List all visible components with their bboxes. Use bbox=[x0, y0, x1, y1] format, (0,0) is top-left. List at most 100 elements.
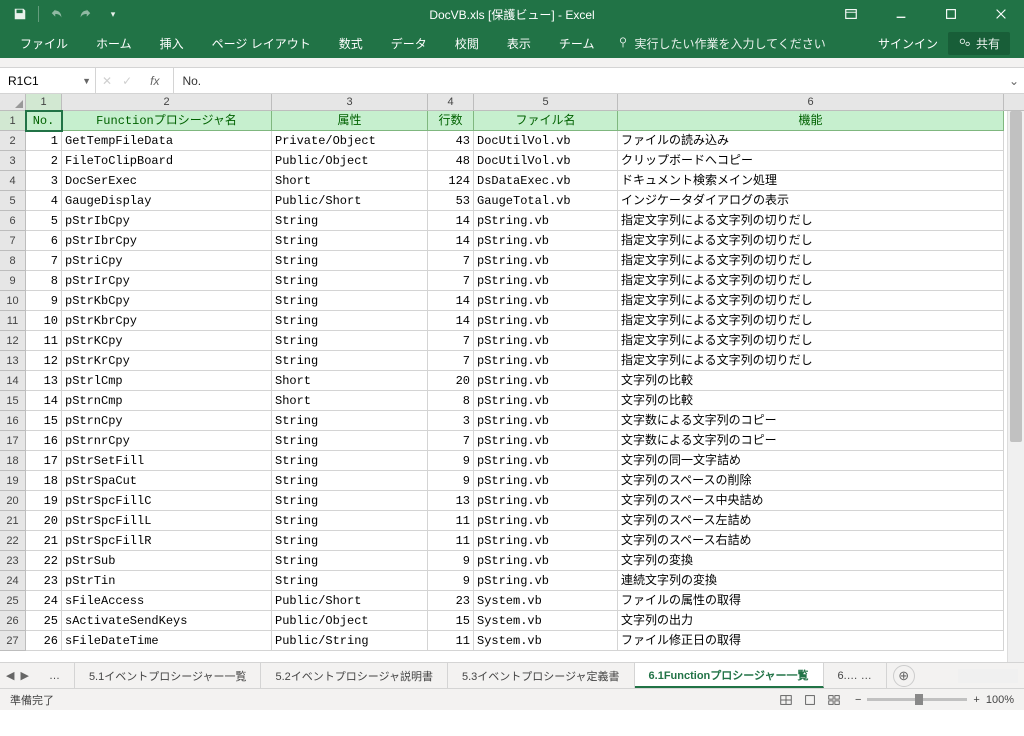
cell[interactable]: 7 bbox=[428, 431, 474, 451]
cell[interactable]: Short bbox=[272, 391, 428, 411]
row-header[interactable]: 5 bbox=[0, 191, 26, 211]
cell[interactable]: pStrnCmp bbox=[62, 391, 272, 411]
col-header[interactable]: 4 bbox=[428, 94, 474, 110]
header-cell[interactable]: 行数 bbox=[428, 111, 474, 131]
cell[interactable]: 14 bbox=[428, 231, 474, 251]
cell[interactable]: 文字列の変換 bbox=[618, 551, 1004, 571]
header-cell[interactable]: Functionプロシージャ名 bbox=[62, 111, 272, 131]
cell[interactable]: 指定文字列による文字列の切りだし bbox=[618, 251, 1004, 271]
cell[interactable]: 22 bbox=[26, 551, 62, 571]
cell[interactable]: pStrSpaCut bbox=[62, 471, 272, 491]
row-header[interactable]: 3 bbox=[0, 151, 26, 171]
col-header[interactable]: 3 bbox=[272, 94, 428, 110]
zoom-in-button[interactable]: + bbox=[973, 694, 979, 706]
cell[interactable]: 3 bbox=[26, 171, 62, 191]
cell[interactable]: クリップボードへコピー bbox=[618, 151, 1004, 171]
cell[interactable]: 14 bbox=[428, 291, 474, 311]
cell[interactable]: pString.vb bbox=[474, 331, 618, 351]
cell[interactable]: pStrKrCpy bbox=[62, 351, 272, 371]
row-header[interactable]: 2 bbox=[0, 131, 26, 151]
cell[interactable]: pString.vb bbox=[474, 251, 618, 271]
cell[interactable]: pString.vb bbox=[474, 531, 618, 551]
normal-view-button[interactable] bbox=[775, 691, 797, 709]
cell[interactable]: 20 bbox=[26, 511, 62, 531]
cell[interactable]: String bbox=[272, 271, 428, 291]
tab-review[interactable]: 校閲 bbox=[441, 28, 493, 58]
cell[interactable]: 48 bbox=[428, 151, 474, 171]
fx-icon[interactable]: fx bbox=[142, 74, 167, 88]
cell[interactable]: pString.vb bbox=[474, 211, 618, 231]
cell[interactable]: pStrTin bbox=[62, 571, 272, 591]
cell[interactable]: 7 bbox=[428, 251, 474, 271]
row-header[interactable]: 21 bbox=[0, 511, 26, 531]
sheet-tab[interactable]: 5.3イベントプロシージャ定義書 bbox=[448, 663, 635, 688]
cell[interactable]: pStrSpcFillC bbox=[62, 491, 272, 511]
cell[interactable]: 10 bbox=[26, 311, 62, 331]
zoom-out-button[interactable]: − bbox=[855, 694, 861, 706]
cell[interactable]: ドキュメント検索メイン処理 bbox=[618, 171, 1004, 191]
cell[interactable]: 文字列のスペース右詰め bbox=[618, 531, 1004, 551]
cell[interactable]: 指定文字列による文字列の切りだし bbox=[618, 311, 1004, 331]
cell[interactable]: 23 bbox=[26, 571, 62, 591]
cell[interactable]: 指定文字列による文字列の切りだし bbox=[618, 211, 1004, 231]
cell[interactable]: Private/Object bbox=[272, 131, 428, 151]
row-header[interactable]: 15 bbox=[0, 391, 26, 411]
row-header[interactable]: 7 bbox=[0, 231, 26, 251]
cell[interactable]: 9 bbox=[428, 451, 474, 471]
header-cell[interactable]: 機能 bbox=[618, 111, 1004, 131]
cell[interactable]: 20 bbox=[428, 371, 474, 391]
tab-view[interactable]: 表示 bbox=[493, 28, 545, 58]
cell[interactable]: 9 bbox=[428, 571, 474, 591]
sheet-tab[interactable]: 6.1Functionプロシージャー一覧 bbox=[635, 663, 824, 688]
cell[interactable]: 53 bbox=[428, 191, 474, 211]
row-header[interactable]: 26 bbox=[0, 611, 26, 631]
cell[interactable]: DocUtilVol.vb bbox=[474, 151, 618, 171]
cell[interactable]: String bbox=[272, 551, 428, 571]
cell[interactable]: String bbox=[272, 331, 428, 351]
expand-formula-icon[interactable]: ⌄ bbox=[1004, 74, 1024, 88]
cell[interactable]: pStriCpy bbox=[62, 251, 272, 271]
cell[interactable]: 文字列の比較 bbox=[618, 391, 1004, 411]
cell[interactable]: pString.vb bbox=[474, 311, 618, 331]
cell[interactable]: 9 bbox=[428, 471, 474, 491]
cell[interactable]: String bbox=[272, 451, 428, 471]
undo-button[interactable] bbox=[45, 2, 69, 26]
cell[interactable]: 13 bbox=[26, 371, 62, 391]
sheet-tab[interactable]: … bbox=[35, 663, 75, 688]
row-header[interactable]: 19 bbox=[0, 471, 26, 491]
select-all-corner[interactable] bbox=[0, 94, 26, 110]
page-break-view-button[interactable] bbox=[823, 691, 845, 709]
share-button[interactable]: 共有 bbox=[948, 32, 1010, 55]
cell[interactable]: 文字数による文字列のコピー bbox=[618, 411, 1004, 431]
cell[interactable]: 11 bbox=[428, 531, 474, 551]
redo-button[interactable] bbox=[73, 2, 97, 26]
cell[interactable]: 文字列の同一文字詰め bbox=[618, 451, 1004, 471]
row-header[interactable]: 23 bbox=[0, 551, 26, 571]
cell[interactable]: pStrKbrCpy bbox=[62, 311, 272, 331]
cell[interactable]: 16 bbox=[26, 431, 62, 451]
cell[interactable]: pStrSpcFillL bbox=[62, 511, 272, 531]
cell[interactable]: 1 bbox=[26, 131, 62, 151]
cell[interactable]: 指定文字列による文字列の切りだし bbox=[618, 231, 1004, 251]
cell[interactable]: 指定文字列による文字列の切りだし bbox=[618, 291, 1004, 311]
cell[interactable]: 文字列のスペースの削除 bbox=[618, 471, 1004, 491]
header-cell[interactable]: No. bbox=[26, 111, 62, 131]
row-header[interactable]: 12 bbox=[0, 331, 26, 351]
cell[interactable]: DocSerExec bbox=[62, 171, 272, 191]
cell[interactable]: Short bbox=[272, 171, 428, 191]
cell[interactable]: Public/Object bbox=[272, 611, 428, 631]
name-box-dropdown-icon[interactable]: ▼ bbox=[82, 76, 91, 86]
cell[interactable]: FileToClipBoard bbox=[62, 151, 272, 171]
cell[interactable]: DocUtilVol.vb bbox=[474, 131, 618, 151]
row-header[interactable]: 4 bbox=[0, 171, 26, 191]
cell[interactable]: pString.vb bbox=[474, 351, 618, 371]
cell[interactable]: String bbox=[272, 231, 428, 251]
cell[interactable]: 文字列の出力 bbox=[618, 611, 1004, 631]
cell[interactable]: pStrlCmp bbox=[62, 371, 272, 391]
signin-link[interactable]: サインイン bbox=[878, 35, 938, 52]
cell[interactable]: String bbox=[272, 351, 428, 371]
cell[interactable]: GetTempFileData bbox=[62, 131, 272, 151]
cell[interactable]: String bbox=[272, 491, 428, 511]
cell[interactable]: sFileAccess bbox=[62, 591, 272, 611]
cell[interactable]: 指定文字列による文字列の切りだし bbox=[618, 331, 1004, 351]
